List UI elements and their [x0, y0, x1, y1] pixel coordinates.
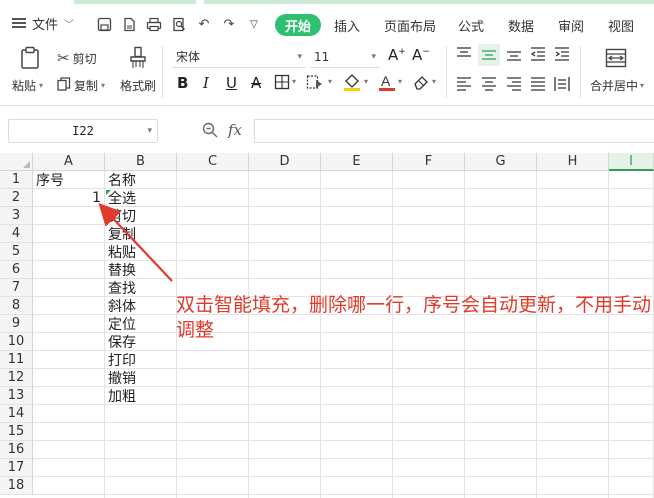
merge-center-icon[interactable] [605, 48, 627, 73]
format-painter-icon[interactable] [128, 46, 148, 75]
italic-icon[interactable]: I [203, 74, 209, 92]
font-name-value: 宋体 [176, 50, 201, 64]
font-name-select[interactable]: 宋体 ▾ [172, 46, 306, 68]
tab-view[interactable]: 视图 [608, 14, 634, 36]
font-size-value: 11 [314, 49, 330, 64]
tab-review[interactable]: 审阅 [558, 14, 584, 36]
chevron-down-icon[interactable]: ▾ [328, 77, 332, 86]
chevron-down-icon: ﹀ [64, 19, 75, 31]
copy-button[interactable]: 复制 ▾ [57, 77, 105, 94]
distributed-align-icon[interactable] [554, 76, 570, 96]
copy-label: 复制 [74, 79, 99, 93]
tab-data[interactable]: 数据 [508, 14, 534, 36]
chevron-down-icon[interactable]: ▾ [364, 77, 368, 86]
chevron-down-icon: ▾ [39, 81, 44, 90]
save-icon[interactable] [95, 15, 113, 33]
bold-icon[interactable]: B [177, 74, 188, 92]
tab-home[interactable]: 开始 [275, 14, 322, 36]
undo-icon[interactable]: ↶ [195, 15, 213, 33]
formula-bar: I22 ▾ fx [0, 106, 654, 154]
chevron-down-icon: ▾ [147, 126, 152, 136]
font-color-icon[interactable]: A [378, 72, 396, 96]
formula-input[interactable] [254, 119, 654, 143]
svg-text:A: A [381, 73, 391, 89]
cut-button[interactable]: ✂ 剪切 [57, 49, 97, 67]
redo-icon[interactable]: ↷ [220, 15, 238, 33]
chevron-down-icon[interactable]: ▾ [398, 77, 402, 86]
menu-bar: 文件 ﹀ ↶ ↷ ▽ 开始 插入 页面布局 公式 数据 审阅 视图 [0, 4, 654, 40]
chevron-down-icon: ▾ [640, 81, 645, 90]
name-box[interactable]: I22 ▾ [8, 119, 158, 143]
justify-icon[interactable] [530, 76, 546, 96]
font-size-select[interactable]: 11 ▾ [310, 46, 380, 68]
scissors-icon: ✂ [57, 49, 70, 67]
merge-center-button[interactable]: 合并居中 ▾ [590, 77, 644, 94]
chevron-down-icon[interactable]: ▾ [432, 77, 436, 86]
divider [162, 46, 163, 98]
annotation-text: 双击智能填充，删除哪一行，序号会自动更新，不用手动调整 [176, 294, 652, 341]
cut-label: 剪切 [72, 51, 97, 66]
decrease-font-icon[interactable]: A− [412, 46, 430, 64]
decrease-indent-icon[interactable] [530, 46, 546, 66]
paste-button[interactable]: 粘贴 ▾ [12, 77, 43, 94]
format-painter-label: 格式刷 [120, 79, 157, 93]
divider [580, 46, 581, 98]
paste-icon[interactable] [20, 46, 42, 75]
ribbon-toolbar: 粘贴 ▾ ✂ 剪切 复制 ▾ 格式刷 宋体 ▾ 11 ▾ A+ A− B I U… [0, 40, 654, 106]
tab-page-layout[interactable]: 页面布局 [384, 14, 436, 36]
chevron-down-icon: ▾ [371, 51, 376, 62]
increase-indent-icon[interactable] [554, 46, 570, 66]
chevron-down-icon[interactable]: ▾ [292, 77, 296, 86]
copy-icon [57, 77, 71, 94]
align-left-icon[interactable] [456, 76, 472, 96]
align-right-icon[interactable] [506, 76, 522, 96]
tab-formulas[interactable]: 公式 [458, 14, 484, 36]
insert-function-button[interactable]: fx [228, 121, 242, 139]
merge-center-label: 合并居中 [590, 79, 639, 93]
borders-icon[interactable] [274, 74, 290, 94]
clear-format-icon[interactable] [412, 73, 430, 95]
export-icon[interactable] [120, 15, 138, 33]
align-bottom-icon[interactable] [506, 46, 522, 66]
chevron-down-icon: ▾ [101, 81, 106, 90]
cell-reference: I22 [72, 124, 94, 138]
zoom-icon[interactable] [202, 122, 218, 142]
chevron-down-icon: ▾ [297, 51, 302, 62]
file-menu-label: 文件 [32, 17, 59, 33]
spreadsheet-grid: ABCDEFGHI 1 2 3 4 5 6 7 8 9 10 11 12 13 14 15 16 17 18 序号… [0, 153, 654, 498]
cell-style-icon[interactable] [306, 74, 324, 94]
strikethrough-icon[interactable]: A [251, 74, 261, 92]
divider [446, 46, 447, 98]
fill-color-icon[interactable] [342, 72, 362, 96]
file-menu[interactable]: 文件 ﹀ [12, 14, 75, 33]
increase-font-icon[interactable]: A+ [388, 46, 406, 64]
menu-icon [12, 18, 26, 28]
print-preview-icon[interactable] [170, 15, 188, 33]
align-top-icon[interactable] [456, 46, 472, 66]
align-middle-icon[interactable] [478, 44, 500, 66]
format-painter-button[interactable]: 格式刷 [120, 77, 156, 94]
underline-icon[interactable]: U [226, 74, 237, 92]
quick-access-more-icon[interactable]: ▽ [245, 15, 263, 33]
paste-label: 粘贴 [12, 79, 37, 93]
tab-insert[interactable]: 插入 [334, 14, 360, 36]
print-icon[interactable] [145, 15, 163, 33]
align-center-icon[interactable] [481, 76, 497, 96]
